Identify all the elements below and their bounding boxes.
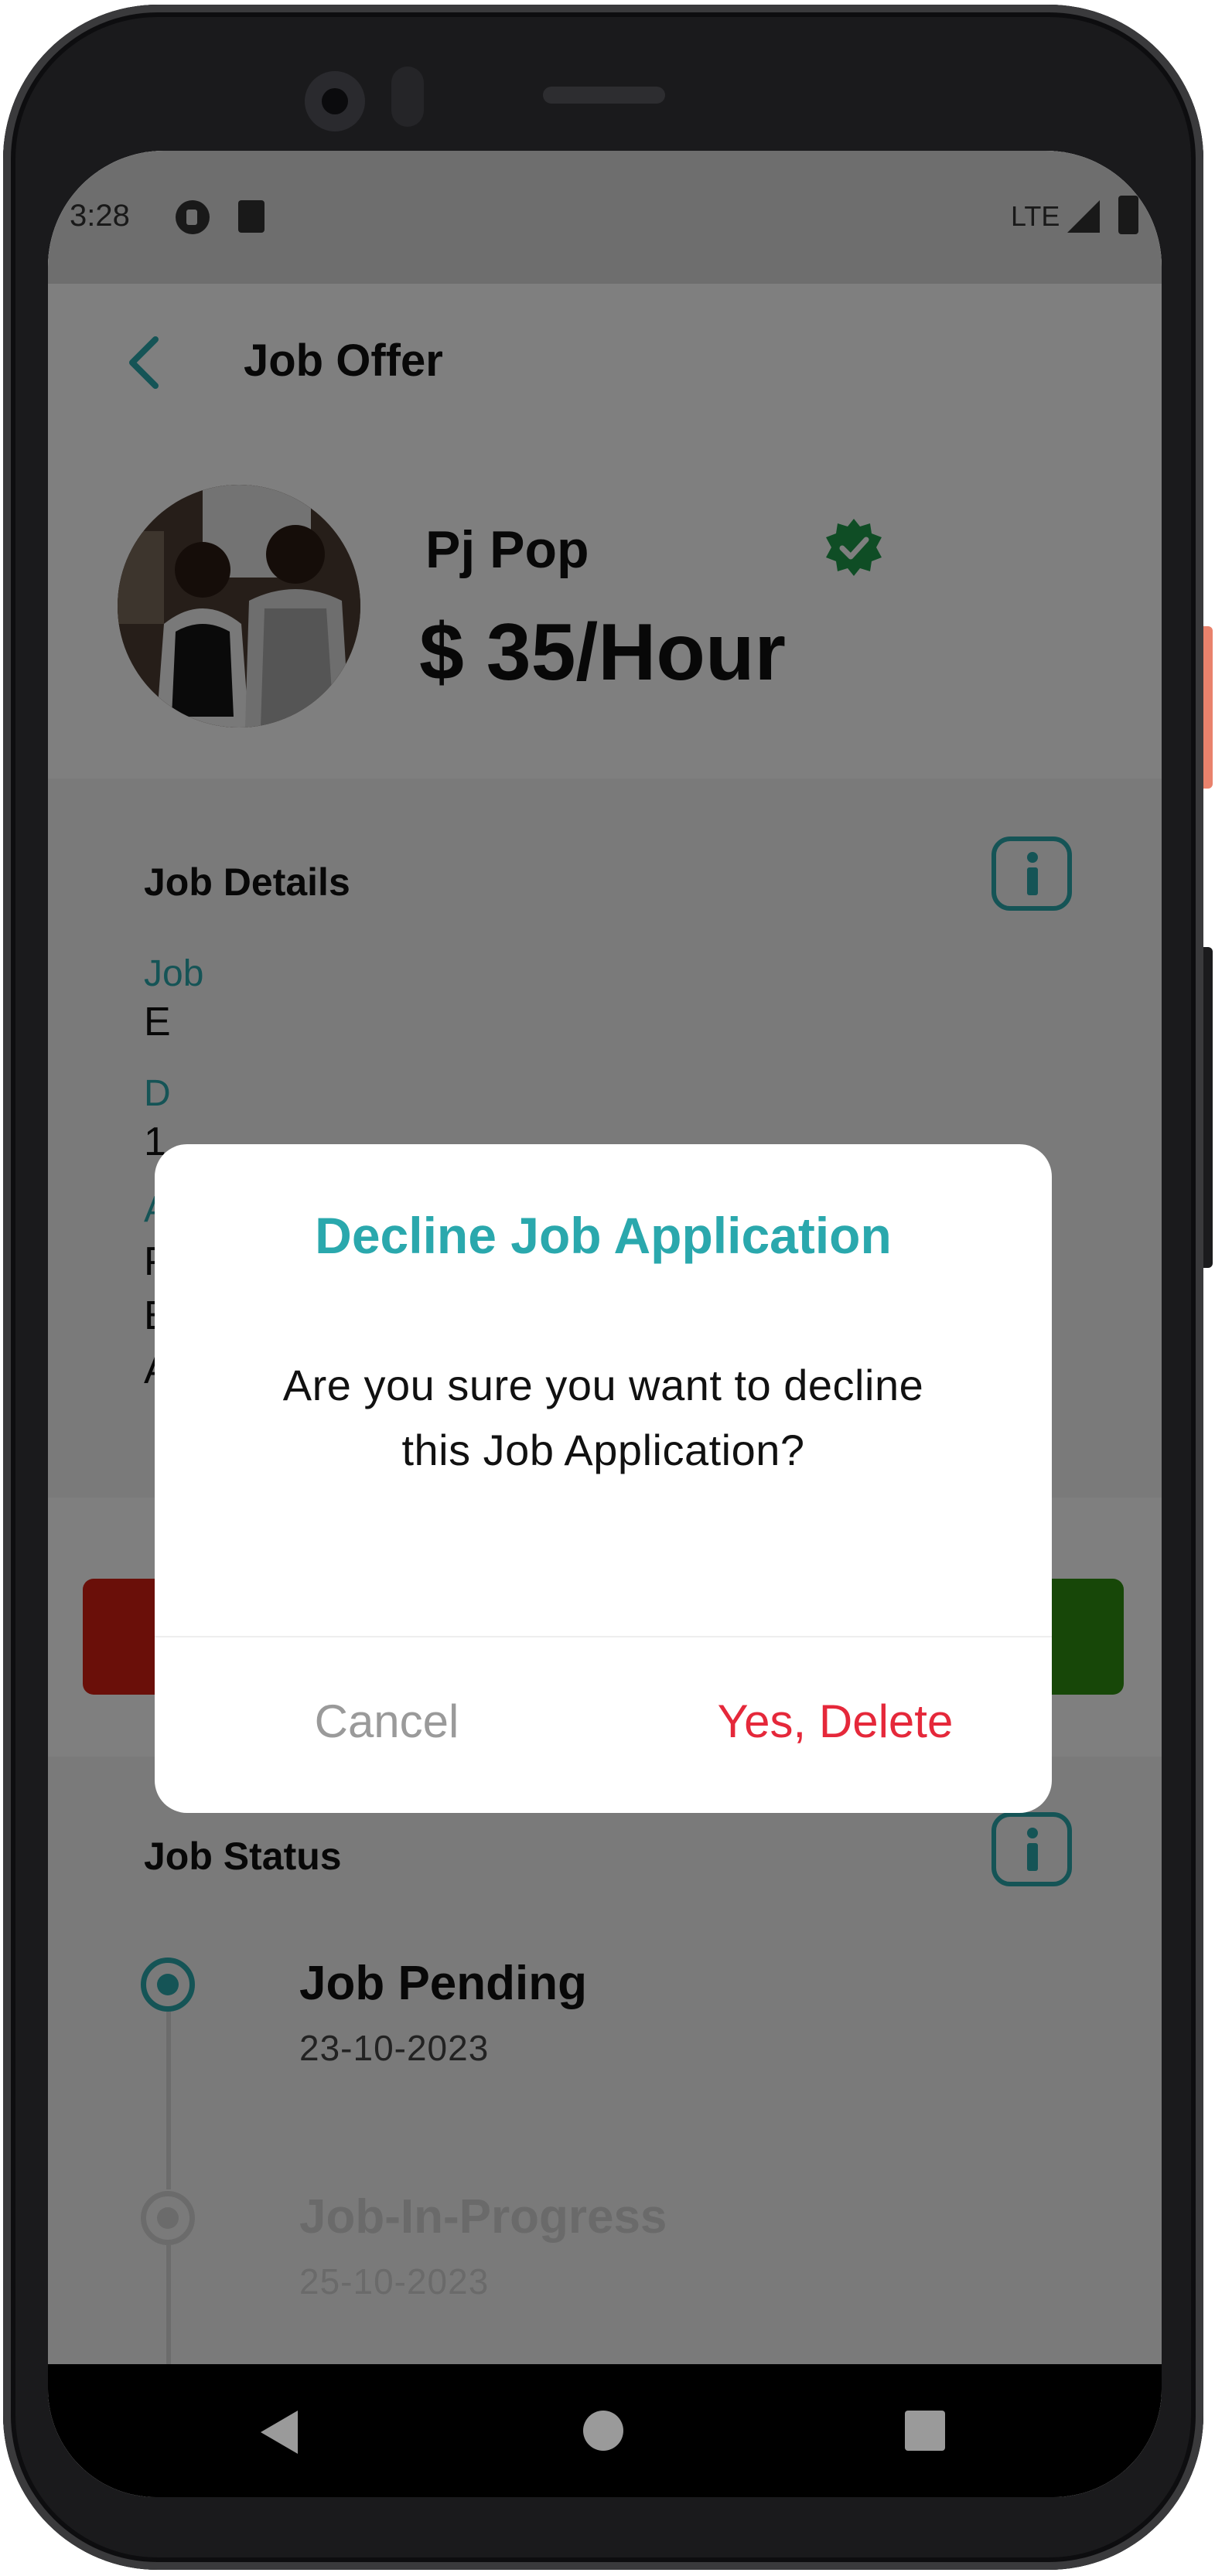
nav-recents-icon[interactable]	[905, 2411, 945, 2451]
nav-back-icon[interactable]	[261, 2411, 298, 2454]
dialog-title: Decline Job Application	[315, 1207, 892, 1264]
dialog-message: Are you sure you want to decline this Jo…	[217, 1353, 990, 1483]
dialog-message-line: this Job Application?	[401, 1426, 805, 1474]
power-button	[1203, 626, 1213, 789]
confirm-delete-button[interactable]: Yes, Delete	[688, 1695, 982, 1748]
proximity-sensor	[391, 66, 424, 127]
nav-home-icon[interactable]	[583, 2411, 623, 2451]
earpiece-speaker	[543, 87, 665, 104]
decline-dialog: Decline Job Application Are you sure you…	[155, 1144, 1052, 1813]
screen: 3:28 LTE Job Offer Pj	[48, 151, 1162, 2497]
front-camera	[305, 71, 365, 131]
navigation-bar	[48, 2364, 1162, 2497]
volume-button	[1203, 947, 1213, 1268]
dialog-divider	[155, 1636, 1052, 1637]
cancel-button[interactable]: Cancel	[263, 1695, 510, 1748]
dialog-message-line: Are you sure you want to decline	[282, 1361, 924, 1409]
